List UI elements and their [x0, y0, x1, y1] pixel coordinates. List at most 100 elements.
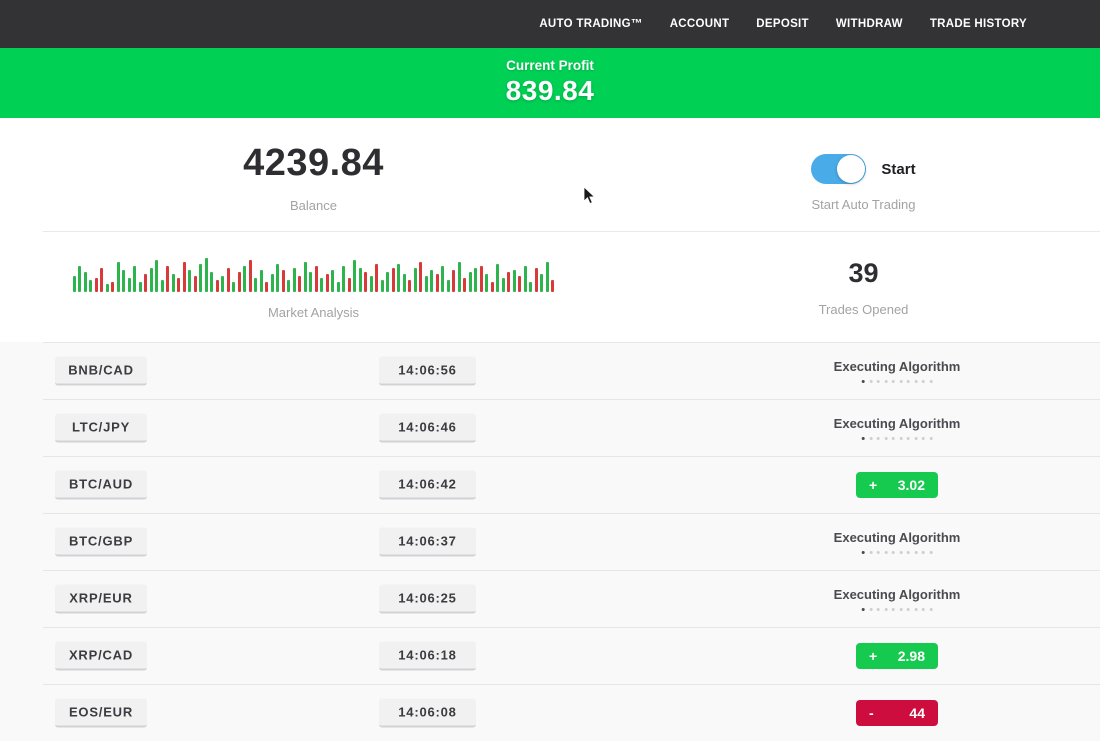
toggle-knob	[837, 155, 865, 183]
trades-opened-label: Trades Opened	[819, 302, 909, 317]
chart-bar	[337, 282, 340, 292]
current-profit-label: Current Profit	[0, 58, 1100, 73]
chart-bar	[529, 282, 532, 292]
balance-block: 4239.84 Balance	[0, 142, 627, 213]
trade-status-cell: Executing Algorithm	[834, 587, 961, 611]
trade-status-cell: -44	[856, 700, 938, 726]
chart-bar	[436, 274, 439, 292]
stats-section: 4239.84 Balance Start Start Auto Trading…	[0, 118, 1100, 342]
progress-dots	[834, 551, 961, 554]
chart-bar	[177, 278, 180, 292]
chart-bar	[293, 268, 296, 292]
start-auto-trading-caption: Start Auto Trading	[811, 197, 915, 212]
chart-bar	[507, 272, 510, 292]
chart-bar	[524, 266, 527, 292]
chart-bar	[491, 282, 494, 292]
current-profit-banner: Current Profit 839.84	[0, 48, 1100, 118]
time-badge: 14:06:46	[379, 413, 476, 442]
chart-bar	[392, 268, 395, 292]
chart-bar	[342, 266, 345, 292]
chart-bar	[419, 262, 422, 292]
chart-bar	[84, 272, 87, 292]
chart-bar	[496, 264, 499, 292]
nav-item-trade-history[interactable]: TRADE HISTORY	[930, 18, 1027, 30]
table-row: XRP/CAD 14:06:18 +2.98	[0, 627, 1100, 684]
pair-badge: LTC/JPY	[55, 413, 147, 442]
trade-status-cell: +2.98	[856, 643, 938, 669]
progress-dots	[834, 380, 961, 383]
executing-algorithm-label: Executing Algorithm	[834, 359, 961, 374]
chart-bar	[249, 260, 252, 292]
time-badge: 14:06:42	[379, 470, 476, 499]
chart-bar	[414, 268, 417, 292]
trades-opened-block: 39 Trades Opened	[627, 254, 1100, 320]
chart-bar	[298, 276, 301, 292]
chart-bar	[430, 270, 433, 292]
chart-bar	[243, 266, 246, 292]
table-row: BTC/AUD 14:06:42 +3.02	[0, 456, 1100, 513]
toggle-start-label: Start	[881, 161, 915, 178]
trade-status-cell: +3.02	[856, 472, 938, 498]
chart-bar	[469, 272, 472, 292]
chart-bar	[271, 274, 274, 292]
chart-bar	[216, 280, 219, 292]
chart-bar	[128, 278, 131, 292]
chart-bar	[425, 276, 428, 292]
table-row: BNB/CAD 14:06:56 Executing Algorithm	[0, 342, 1100, 399]
chart-bar	[480, 266, 483, 292]
chart-bar	[78, 266, 81, 292]
profit-badge: +2.98	[856, 643, 938, 669]
market-analysis-label: Market Analysis	[268, 305, 359, 320]
chart-bar	[133, 266, 136, 292]
top-nav: AUTO TRADING™ ACCOUNT DEPOSIT WITHDRAW TRADE…	[0, 0, 1100, 48]
auto-trading-block: Start Start Auto Trading	[627, 142, 1100, 213]
chart-bar	[375, 264, 378, 292]
pair-badge: EOS/EUR	[55, 698, 147, 727]
chart-bar	[403, 274, 406, 292]
time-badge: 14:06:18	[379, 641, 476, 670]
pair-badge: XRP/EUR	[55, 584, 147, 613]
chart-bar	[320, 278, 323, 292]
progress-dots	[834, 608, 961, 611]
trade-list: BNB/CAD 14:06:56 Executing Algorithm LTC…	[0, 342, 1100, 741]
chart-bar	[188, 270, 191, 292]
nav-item-auto-trading[interactable]: AUTO TRADING™	[539, 18, 642, 30]
balance-value: 4239.84	[243, 142, 384, 185]
chart-bar	[205, 258, 208, 292]
chart-bar	[397, 264, 400, 292]
trade-status-cell: Executing Algorithm	[834, 416, 961, 440]
pair-badge: BTC/AUD	[55, 470, 147, 499]
chart-bar	[381, 280, 384, 292]
chart-bar	[408, 280, 411, 292]
time-badge: 14:06:08	[379, 698, 476, 727]
time-badge: 14:06:25	[379, 584, 476, 613]
table-row: EOS/EUR 14:06:08 -44	[0, 684, 1100, 741]
nav-item-account[interactable]: ACCOUNT	[670, 18, 730, 30]
chart-bar	[166, 266, 169, 292]
chart-bar	[106, 284, 109, 292]
chart-bar	[265, 282, 268, 292]
chart-bar	[276, 264, 279, 292]
nav-item-withdraw[interactable]: WITHDRAW	[836, 18, 903, 30]
chart-bar	[441, 266, 444, 292]
chart-bar	[183, 262, 186, 292]
chart-bar	[370, 276, 373, 292]
executing-algorithm-label: Executing Algorithm	[834, 587, 961, 602]
chart-bar	[304, 262, 307, 292]
chart-bar	[238, 272, 241, 292]
start-auto-trading-toggle[interactable]	[811, 154, 866, 184]
balance-label: Balance	[290, 198, 337, 213]
table-row: LTC/JPY 14:06:46 Executing Algorithm	[0, 399, 1100, 456]
chart-bar	[150, 268, 153, 292]
chart-bar	[540, 274, 543, 292]
chart-bar	[474, 268, 477, 292]
chart-bar	[331, 270, 334, 292]
trade-status-cell: Executing Algorithm	[834, 530, 961, 554]
chart-bar	[287, 280, 290, 292]
chart-bar	[502, 278, 505, 292]
chart-bar	[551, 280, 554, 292]
nav-item-deposit[interactable]: DEPOSIT	[756, 18, 809, 30]
trade-status-cell: Executing Algorithm	[834, 359, 961, 383]
chart-bar	[364, 272, 367, 292]
chart-bar	[254, 278, 257, 292]
